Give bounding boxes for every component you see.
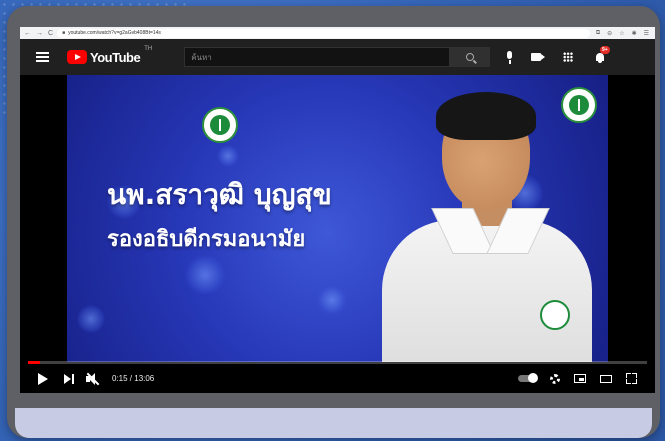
virus-decoration bbox=[317, 285, 347, 315]
reload-icon[interactable]: C bbox=[48, 30, 53, 37]
search-icon bbox=[466, 53, 475, 61]
youtube-play-logo-icon bbox=[67, 50, 87, 64]
country-code: TH bbox=[144, 45, 153, 52]
browser-address-bar: ← → C ■ youtube.com/watch?v=g2aGvb408Bt=… bbox=[20, 27, 655, 39]
player-controls: 0:15 / 13:06 bbox=[20, 364, 655, 393]
search-input[interactable]: ค้นหา bbox=[184, 47, 451, 67]
next-icon[interactable] bbox=[64, 374, 74, 384]
youtube-logo[interactable]: YouTube TH bbox=[67, 46, 152, 65]
speaker-position: รองอธิบดีกรมอนามัย bbox=[107, 227, 306, 252]
department-logo bbox=[202, 107, 238, 143]
search-button[interactable] bbox=[450, 47, 491, 67]
url-field[interactable]: ■ youtube.com/watch?v=g2aGvb408Bt=14s bbox=[57, 28, 590, 38]
ext-icon-1[interactable]: ⧉ bbox=[596, 30, 600, 37]
notification-badge: 9+ bbox=[600, 45, 610, 54]
autoplay-toggle[interactable] bbox=[518, 373, 538, 383]
youtube-logo-text: YouTube bbox=[90, 49, 141, 65]
create-video-icon[interactable] bbox=[531, 53, 545, 61]
browser-nav: ← → C bbox=[20, 30, 57, 37]
video-player[interactable]: นพ.สราวุฒิ บุญสุข รองอธิบดีกรมอนามัย 0:1… bbox=[20, 75, 655, 393]
back-icon[interactable]: ← bbox=[24, 30, 31, 37]
bookmark-star-icon[interactable]: ☆ bbox=[619, 30, 624, 37]
video-frame: นพ.สราวุฒิ บุญสุข รองอธิบดีกรมอนามัย bbox=[67, 75, 608, 362]
bell-icon[interactable]: 9+ bbox=[595, 45, 610, 63]
browser-menu-icon[interactable]: ☰ bbox=[644, 30, 649, 37]
play-icon[interactable] bbox=[38, 372, 48, 385]
player-controls-right bbox=[518, 373, 637, 384]
settings-gear-icon[interactable] bbox=[550, 373, 560, 384]
browser-extensions: ⧉ ⊖ ☆ ✱ ☰ bbox=[596, 30, 655, 37]
extensions-icon[interactable]: ✱ bbox=[632, 30, 637, 37]
mic-icon[interactable] bbox=[506, 50, 513, 64]
speaker-photo bbox=[372, 90, 608, 362]
fullscreen-icon[interactable] bbox=[626, 373, 637, 384]
apps-grid-icon[interactable] bbox=[563, 52, 573, 62]
shirt-logo bbox=[540, 300, 570, 330]
theater-mode-icon[interactable] bbox=[600, 374, 612, 383]
miniplayer-icon[interactable] bbox=[574, 374, 586, 383]
ext-icon-2[interactable]: ⊖ bbox=[607, 30, 612, 37]
header-actions: 9+ bbox=[531, 45, 610, 63]
lock-icon: ■ bbox=[62, 30, 66, 36]
youtube-header: YouTube TH ค้นหา 9+ bbox=[20, 39, 655, 75]
virus-decoration bbox=[217, 145, 239, 167]
speaker-name: นพ.สราวุฒิ บุญสุข bbox=[107, 178, 332, 211]
volume-muted-icon[interactable] bbox=[86, 372, 100, 385]
virus-decoration bbox=[77, 305, 105, 333]
monitor-bottom-panel bbox=[15, 408, 652, 438]
forward-icon[interactable]: → bbox=[36, 30, 43, 37]
menu-icon[interactable] bbox=[36, 52, 49, 62]
virus-decoration bbox=[185, 255, 225, 295]
url-text: youtube.com/watch?v=g2aGvb408Bt=14s bbox=[68, 30, 161, 36]
time-display: 0:15 / 13:06 bbox=[112, 374, 155, 383]
